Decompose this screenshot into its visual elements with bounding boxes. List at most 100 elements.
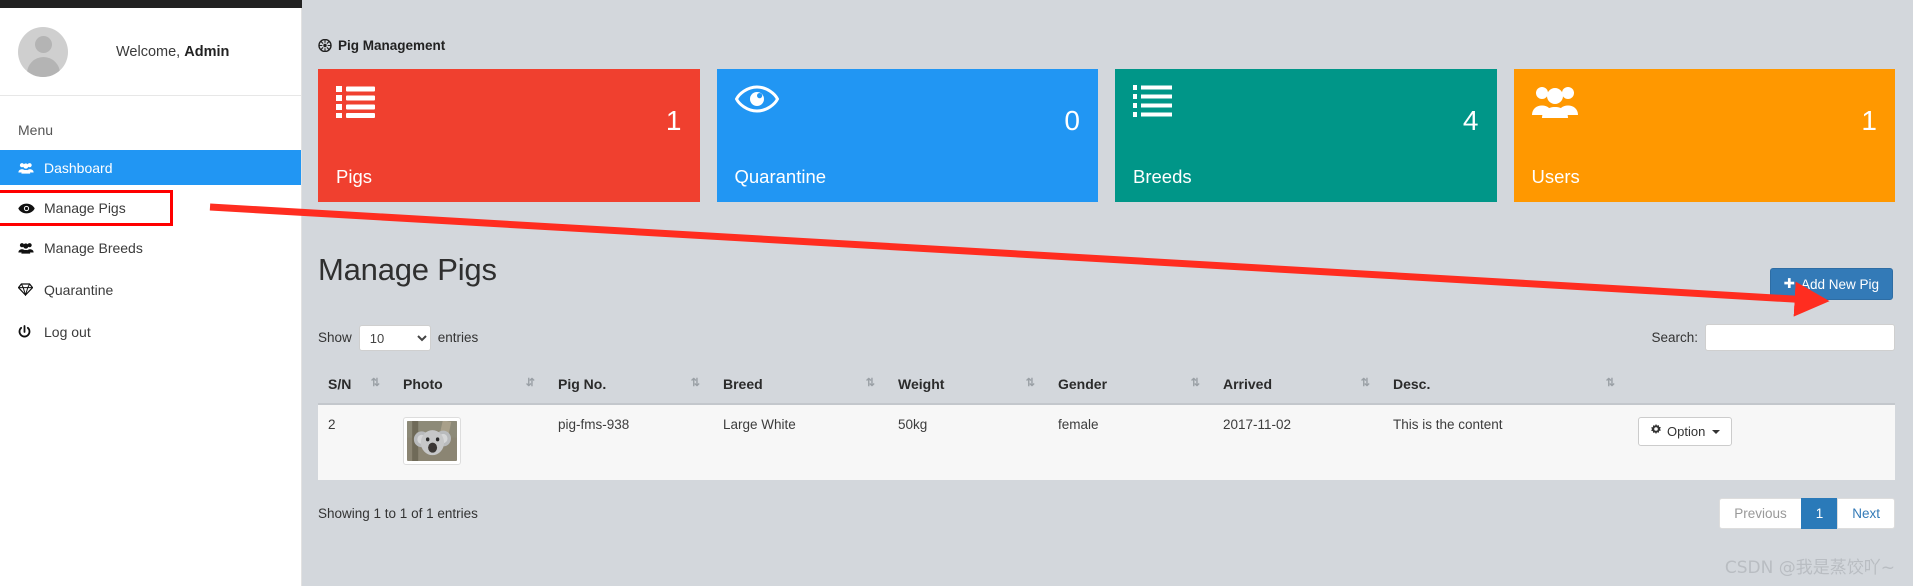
show-entries-control: Show 102550100 entries: [318, 324, 479, 351]
app-root: Welcome, Admin Menu Dashboard Manage Pig…: [0, 0, 1913, 586]
sort-both-icon: ⇅: [690, 377, 700, 389]
welcome-text: Welcome, Admin: [116, 44, 229, 60]
sidebar-item-label: Manage Pigs: [44, 200, 126, 216]
sort-both-icon: ⇅: [1190, 377, 1200, 389]
menu-heading: Menu: [18, 122, 54, 138]
column-header-photo[interactable]: Photo ⇵: [393, 367, 548, 405]
list-icon: [336, 85, 376, 119]
sidebar-item-label: Log out: [44, 323, 91, 340]
show-label: Show: [318, 330, 352, 345]
sidebar: Welcome, Admin Menu Dashboard Manage Pig…: [0, 0, 302, 586]
table-row[interactable]: 2 pig-fms-938 Large White 50kg female 20…: [318, 404, 1895, 480]
koala-photo-icon: [407, 421, 457, 461]
users-group-icon: [18, 162, 40, 174]
stat-cards: 1 Pigs 0 Quarantine 4 Breeds 1 Users: [302, 53, 1913, 202]
stat-card-quarantine[interactable]: 0 Quarantine: [716, 69, 1098, 202]
search-control: Search:: [1651, 324, 1895, 351]
sidebar-item-log-out[interactable]: Log out: [0, 314, 301, 349]
stat-card-count: 0: [1064, 105, 1080, 136]
welcome-prefix: Welcome,: [116, 43, 185, 60]
cell-sn: 2: [318, 404, 393, 480]
column-header-breed[interactable]: Breed ⇅: [713, 367, 888, 405]
add-new-pig-label: Add New Pig: [1800, 276, 1879, 292]
column-header-sn[interactable]: S/N ⇅: [318, 367, 393, 405]
users-group-icon: [18, 242, 40, 254]
table-info: Showing 1 to 1 of 1 entries: [318, 506, 478, 521]
sidebar-item-manage-breeds[interactable]: Manage Breeds: [0, 230, 301, 265]
table-header-row: S/N ⇅ Photo ⇵ Pig No. ⇅ Breed ⇅ Weight ⇅ Gend…: [318, 367, 1895, 405]
sort-both-icon: ⇅: [1025, 377, 1035, 389]
stat-card-count: 1: [1861, 105, 1877, 136]
cell-weight: 50kg: [888, 404, 1048, 480]
sort-both-icon: ⇅: [370, 377, 380, 389]
column-header-pig-no[interactable]: Pig No. ⇅: [548, 367, 713, 405]
sidebar-item-label: Quarantine: [44, 281, 114, 298]
breadcrumb-label: Pig Management: [338, 38, 446, 53]
avatar: [18, 26, 68, 77]
stat-card-users[interactable]: 1 Users: [1513, 69, 1895, 202]
column-header-desc[interactable]: Desc. ⇅: [1383, 367, 1628, 405]
option-dropdown-button[interactable]: Option: [1638, 417, 1733, 446]
breadcrumb: Pig Management: [302, 0, 1913, 53]
pagination-next[interactable]: Next: [1837, 498, 1895, 529]
watermark: CSDN @我是蒸饺吖~: [1724, 558, 1895, 578]
sidebar-item-dashboard[interactable]: Dashboard: [0, 150, 301, 185]
column-header-weight[interactable]: Weight ⇅: [888, 367, 1048, 405]
stat-card-pigs[interactable]: 1 Pigs: [318, 69, 700, 202]
pagination-previous[interactable]: Previous: [1719, 498, 1802, 529]
diamond-icon: [18, 283, 40, 296]
column-label: Arrived: [1223, 376, 1273, 392]
sidebar-menu: Dashboard Manage Pigs Manage Breeds Quar…: [0, 150, 301, 349]
sort-both-icon: ⇅: [1605, 377, 1615, 389]
add-new-pig-button[interactable]: ✚ Add New Pig: [1769, 268, 1893, 300]
cell-photo: [393, 404, 548, 480]
power-icon: [18, 324, 40, 339]
pagination-page-1[interactable]: 1: [1800, 498, 1839, 529]
option-label: Option: [1667, 424, 1706, 439]
stat-card-breeds[interactable]: 4 Breeds: [1115, 69, 1497, 202]
plus-icon: ✚: [1783, 276, 1795, 291]
column-header-gender[interactable]: Gender ⇅: [1048, 367, 1213, 405]
sidebar-item-label: Manage Breeds: [44, 239, 143, 256]
entries-label: entries: [437, 330, 479, 345]
stat-card-title: Users: [1531, 166, 1580, 187]
dashboard-icon: [318, 39, 332, 52]
users-group-icon: [1531, 85, 1578, 119]
eye-icon: [734, 85, 779, 113]
table-controls: Show 102550100 entries Search:: [318, 324, 1895, 351]
search-label: Search:: [1651, 330, 1698, 345]
manage-pigs-panel: Manage Pigs ✚ Add New Pig Show 102550100…: [318, 240, 1895, 529]
search-input[interactable]: [1705, 324, 1895, 351]
column-header-arrived[interactable]: Arrived ⇅: [1213, 367, 1383, 405]
welcome-username: Admin: [184, 43, 230, 60]
column-label: S/N: [328, 376, 352, 392]
koala-thumbnail[interactable]: [403, 417, 461, 465]
cell-desc: This is the content: [1383, 404, 1628, 480]
pagination: Previous 1 Next: [1719, 498, 1895, 529]
pigs-table: S/N ⇅ Photo ⇵ Pig No. ⇅ Breed ⇅ Weight ⇅ Gend…: [318, 367, 1895, 480]
cell-pig-no: pig-fms-938: [548, 404, 713, 480]
column-label: Desc.: [1393, 376, 1431, 392]
cell-breed: Large White: [713, 404, 888, 480]
column-label: Weight: [898, 376, 945, 392]
list-alt-icon: [1133, 85, 1173, 119]
sidebar-item-manage-pigs[interactable]: Manage Pigs: [0, 190, 173, 226]
stat-card-count: 1: [665, 105, 682, 136]
column-label: Gender: [1058, 376, 1108, 392]
column-label: Pig No.: [558, 376, 607, 392]
sidebar-item-quarantine[interactable]: Quarantine: [0, 272, 301, 307]
sidebar-item-label: Dashboard: [44, 159, 113, 176]
cell-actions: Option: [1628, 404, 1895, 480]
chevron-down-icon: [1712, 429, 1721, 434]
table-footer: Showing 1 to 1 of 1 entries Previous 1 N…: [318, 498, 1895, 529]
main-content: Pig Management 1 Pigs 0 Quarantine 4 Bre…: [302, 0, 1913, 586]
table-body: 2 pig-fms-938 Large White 50kg female 20…: [318, 404, 1895, 480]
cell-arrived: 2017-11-02: [1213, 404, 1383, 480]
page-length-select[interactable]: 102550100: [358, 324, 431, 351]
eye-icon: [18, 203, 40, 214]
stat-card-title: Pigs: [336, 166, 372, 187]
column-header-actions: [1628, 367, 1895, 405]
column-label: Photo: [403, 376, 443, 392]
column-label: Breed: [723, 376, 763, 392]
stat-card-title: Breeds: [1133, 166, 1192, 187]
